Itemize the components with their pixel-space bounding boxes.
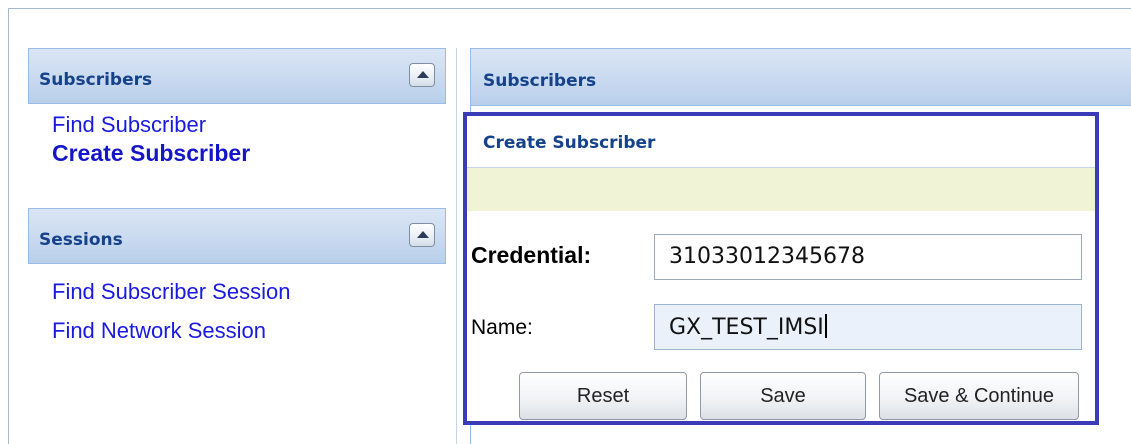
sessions-panel-header[interactable]: Sessions — [28, 208, 446, 264]
subscribers-panel-body: Find Subscriber Create Subscriber — [28, 104, 446, 208]
chevron-up-icon[interactable] — [409, 223, 435, 247]
form-header: Create Subscriber — [467, 116, 1095, 168]
sidebar-divider — [456, 48, 457, 444]
credential-field[interactable]: 31033012345678 — [654, 234, 1082, 280]
sessions-panel-title: Sessions — [39, 230, 123, 250]
name-label: Name: — [471, 316, 533, 339]
chevron-up-icon[interactable] — [409, 63, 435, 87]
message-bar — [467, 168, 1095, 211]
main-panel-header: Subscribers — [471, 48, 1131, 106]
form-title: Create Subscriber — [483, 133, 656, 153]
sidebar-item-find-network-session[interactable]: Find Network Session — [52, 311, 446, 350]
credential-label: Credential: — [471, 242, 592, 268]
credential-value: 31033012345678 — [669, 244, 865, 269]
sidebar-item-create-subscriber[interactable]: Create Subscriber — [52, 139, 446, 167]
save-and-continue-button[interactable]: Save & Continue — [879, 372, 1079, 420]
save-button[interactable]: Save — [700, 372, 866, 420]
subscribers-panel-header[interactable]: Subscribers — [28, 48, 446, 104]
create-subscriber-form: Create Subscriber Credential: 3103301234… — [463, 112, 1099, 425]
name-value: GX_TEST_IMSI — [669, 315, 824, 340]
subscribers-panel-title: Subscribers — [39, 70, 153, 90]
text-cursor — [824, 314, 827, 338]
sidebar-item-find-subscriber[interactable]: Find Subscriber — [52, 111, 446, 139]
navigation-sidebar: Subscribers Find Subscriber Create Subsc… — [28, 48, 446, 350]
main-panel-title: Subscribers — [483, 71, 597, 91]
reset-button[interactable]: Reset — [519, 372, 687, 420]
sessions-panel-body: Find Subscriber Session Find Network Ses… — [28, 264, 446, 350]
name-field[interactable]: GX_TEST_IMSI — [654, 304, 1082, 350]
sidebar-item-find-subscriber-session[interactable]: Find Subscriber Session — [52, 272, 446, 311]
